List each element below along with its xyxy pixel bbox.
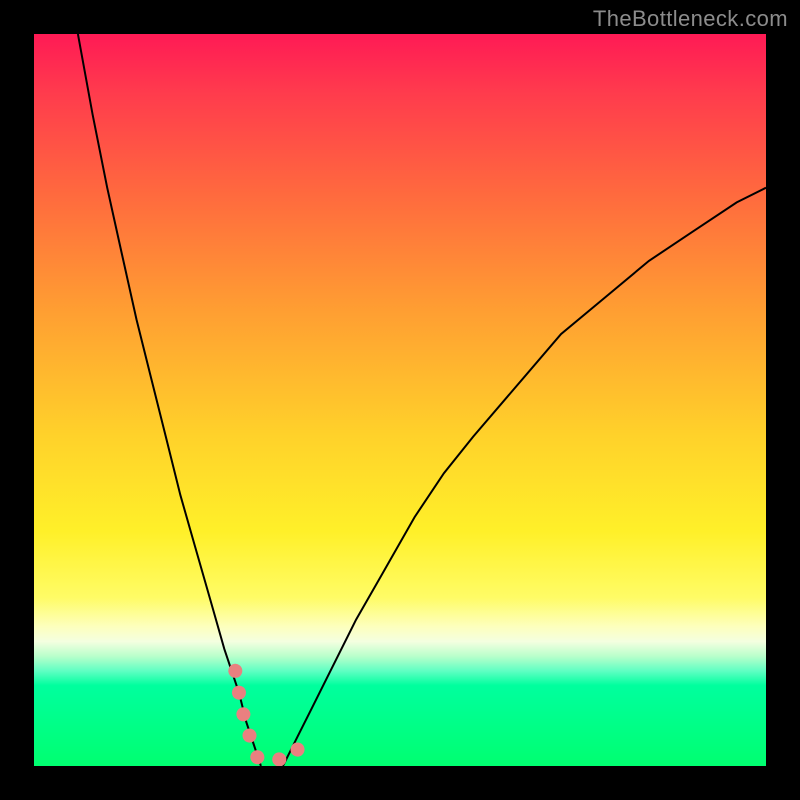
right-curve bbox=[283, 188, 766, 766]
left-curve bbox=[78, 34, 261, 766]
watermark-text: TheBottleneck.com bbox=[593, 6, 788, 32]
plot-area bbox=[34, 34, 766, 766]
chart-frame: TheBottleneck.com bbox=[0, 0, 800, 800]
valley-marker-bottom bbox=[257, 744, 301, 759]
curves-svg bbox=[34, 34, 766, 766]
